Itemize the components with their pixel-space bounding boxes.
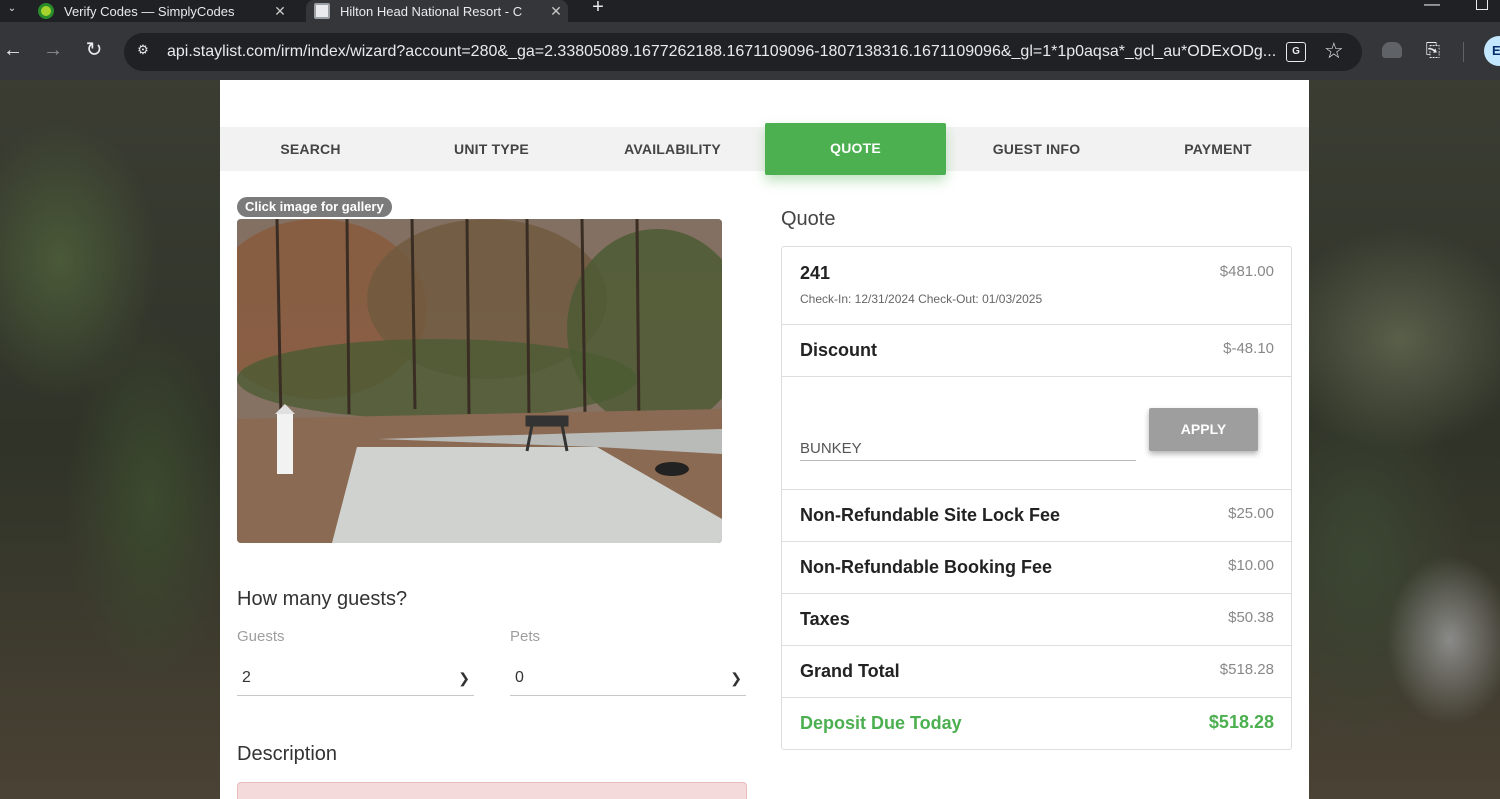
chevron-down-icon: ❯ bbox=[730, 670, 742, 686]
discount-label: Discount bbox=[800, 340, 878, 360]
grand-total-label: Grand Total bbox=[800, 661, 900, 681]
restore-icon[interactable] bbox=[1476, 0, 1488, 10]
translate-icon[interactable]: G bbox=[1286, 42, 1306, 62]
discount-amount: $-48.10 bbox=[1223, 340, 1274, 357]
step-availability[interactable]: AVAILABILITY bbox=[582, 127, 763, 171]
browser-toolbar: ← → ↻ ⚙ api.staylist.com/irm/index/wizar… bbox=[0, 22, 1500, 80]
wizard-steps: SEARCH UNIT TYPE AVAILABILITY QUOTE GUES… bbox=[220, 123, 1309, 175]
quote-row-booking-fee: Non-Refundable Booking Fee $10.00 bbox=[782, 542, 1291, 594]
guests-select-value: 2 bbox=[242, 669, 251, 686]
taxes-amount: $50.38 bbox=[1228, 609, 1274, 626]
page-icon bbox=[314, 3, 330, 19]
guests-heading: How many guests? bbox=[237, 588, 408, 610]
unit-amount: $481.00 bbox=[1219, 263, 1274, 280]
site-info-icon[interactable]: ⚙ bbox=[134, 42, 152, 60]
quote-heading: Quote bbox=[781, 208, 836, 230]
simplycodes-icon bbox=[38, 3, 54, 19]
deposit-amount: $518.28 bbox=[1208, 712, 1274, 732]
pets-label: Pets bbox=[510, 628, 541, 645]
campsite-photo[interactable] bbox=[237, 219, 722, 543]
minimize-icon[interactable]: — bbox=[1424, 0, 1440, 13]
stay-dates: Check-In: 12/31/2024 Check-Out: 01/03/20… bbox=[800, 292, 1043, 306]
close-icon[interactable]: ✕ bbox=[544, 3, 568, 20]
browser-tab-strip: ⌄ Verify Codes — SimplyCodes ✕ Hilton He… bbox=[0, 0, 1500, 22]
booking-fee-label: Non-Refundable Booking Fee bbox=[800, 557, 1052, 577]
back-icon[interactable]: ← bbox=[0, 34, 30, 68]
quote-row-taxes: Taxes $50.38 bbox=[782, 594, 1291, 646]
step-payment[interactable]: PAYMENT bbox=[1127, 127, 1309, 171]
guests-select[interactable]: 2 ❯ bbox=[237, 658, 474, 696]
taxes-label: Taxes bbox=[800, 609, 850, 629]
gallery-hint-badge: Click image for gallery bbox=[237, 197, 392, 217]
forward-icon[interactable]: → bbox=[36, 34, 70, 68]
campsite-illustration bbox=[237, 219, 722, 543]
reload-icon[interactable]: ↻ bbox=[77, 34, 111, 68]
profile-avatar[interactable]: E bbox=[1484, 36, 1500, 66]
quote-summary: 241 $481.00 Check-In: 12/31/2024 Check-O… bbox=[781, 246, 1292, 750]
grand-total-amount: $518.28 bbox=[1219, 661, 1274, 678]
toolbar-divider bbox=[1463, 42, 1464, 62]
site-lock-fee-amount: $25.00 bbox=[1228, 505, 1274, 522]
bookmark-star-icon[interactable]: ☆ bbox=[1324, 38, 1344, 64]
tab-title: Verify Codes — SimplyCodes bbox=[64, 3, 235, 19]
apply-button[interactable]: APPLY bbox=[1149, 408, 1258, 451]
new-tab-button[interactable]: + bbox=[586, 0, 610, 22]
browser-tab-hilton-head[interactable]: Hilton Head National Resort - C ✕ bbox=[306, 0, 568, 22]
quote-row-grand-total: Grand Total $518.28 bbox=[782, 646, 1291, 698]
promo-code-input[interactable]: BUNKEY bbox=[800, 425, 1136, 461]
quote-row-deposit: Deposit Due Today $518.28 bbox=[782, 698, 1291, 750]
tab-title: Hilton Head National Resort - C bbox=[340, 3, 523, 19]
quote-row-promo: BUNKEY APPLY bbox=[782, 377, 1291, 490]
quote-row-site-lock-fee: Non-Refundable Site Lock Fee $25.00 bbox=[782, 490, 1291, 542]
description-box bbox=[237, 782, 747, 799]
step-quote-active[interactable]: QUOTE bbox=[765, 123, 946, 175]
quote-row-discount: Discount $-48.10 bbox=[782, 325, 1291, 377]
url-text[interactable]: api.staylist.com/irm/index/wizard?accoun… bbox=[167, 43, 1277, 61]
chevron-down-icon: ❯ bbox=[458, 670, 470, 686]
description-heading: Description bbox=[237, 743, 338, 765]
quote-row-unit: 241 $481.00 Check-In: 12/31/2024 Check-O… bbox=[782, 247, 1291, 325]
unit-name: 241 bbox=[800, 263, 831, 283]
pets-select-value: 0 bbox=[515, 669, 524, 686]
site-lock-fee-label: Non-Refundable Site Lock Fee bbox=[800, 505, 1061, 525]
pets-select[interactable]: 0 ❯ bbox=[510, 658, 746, 696]
guests-label: Guests bbox=[237, 628, 285, 645]
page-viewport: SEARCH UNIT TYPE AVAILABILITY QUOTE GUES… bbox=[0, 80, 1500, 799]
address-bar[interactable]: ⚙ api.staylist.com/irm/index/wizard?acco… bbox=[124, 33, 1362, 71]
step-guest-info[interactable]: GUEST INFO bbox=[946, 127, 1127, 171]
tab-search-icon[interactable]: ⌄ bbox=[0, 0, 24, 22]
extension-icon[interactable] bbox=[1382, 42, 1402, 58]
booking-fee-amount: $10.00 bbox=[1228, 557, 1274, 574]
close-icon[interactable]: ✕ bbox=[268, 3, 292, 20]
deposit-label: Deposit Due Today bbox=[800, 713, 962, 733]
booking-wizard-card: SEARCH UNIT TYPE AVAILABILITY QUOTE GUES… bbox=[220, 80, 1309, 799]
step-search[interactable]: SEARCH bbox=[220, 127, 401, 171]
browser-tab-simplycodes[interactable]: Verify Codes — SimplyCodes ✕ bbox=[30, 0, 292, 22]
extensions-puzzle-icon[interactable]: ⎘ bbox=[1422, 40, 1444, 62]
step-unit-type[interactable]: UNIT TYPE bbox=[401, 127, 582, 171]
